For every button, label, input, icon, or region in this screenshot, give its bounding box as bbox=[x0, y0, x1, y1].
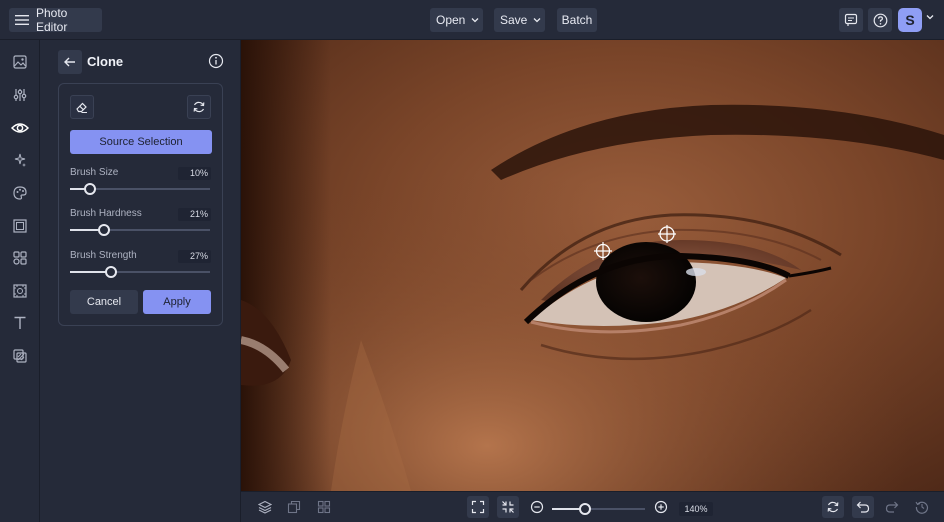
brush-hardness-slider[interactable] bbox=[70, 224, 210, 236]
redo-button[interactable] bbox=[881, 496, 903, 518]
save-button[interactable]: Save bbox=[494, 8, 545, 32]
app-menu-button[interactable]: Photo Editor bbox=[9, 6, 102, 34]
batch-button[interactable]: Batch bbox=[557, 8, 597, 32]
chevron-down-icon bbox=[533, 18, 541, 23]
info-icon[interactable] bbox=[208, 53, 224, 69]
left-tool-rail bbox=[0, 40, 40, 522]
arrow-left-icon bbox=[64, 57, 75, 67]
brush-size-value[interactable]: 10% bbox=[178, 167, 211, 180]
grid-button[interactable] bbox=[313, 496, 335, 518]
overlay-icon bbox=[13, 349, 27, 363]
portrait-photo[interactable] bbox=[241, 40, 944, 491]
brush-hardness-label: Brush Hardness bbox=[70, 208, 142, 219]
history-button[interactable] bbox=[911, 496, 933, 518]
palette-icon bbox=[13, 186, 27, 200]
app-menu-label: Photo Editor bbox=[35, 6, 68, 34]
text-icon bbox=[14, 316, 26, 329]
clone-settings-card: Source Selection Brush Size 10% Brush Ha… bbox=[58, 83, 223, 326]
chevron-down-icon bbox=[471, 18, 479, 23]
zoom-knob[interactable] bbox=[579, 503, 592, 515]
grid-icon bbox=[317, 500, 331, 514]
rail-item-adjust[interactable] bbox=[10, 85, 30, 105]
brush-hardness-value[interactable]: 21% bbox=[178, 208, 211, 221]
compare-icon bbox=[287, 500, 301, 514]
back-button[interactable] bbox=[58, 50, 82, 74]
comments-button[interactable] bbox=[839, 8, 863, 32]
undo-button[interactable] bbox=[852, 496, 874, 518]
open-button[interactable]: Open bbox=[430, 8, 483, 32]
brush-size-label: Brush Size bbox=[70, 167, 119, 178]
zoom-in-icon bbox=[654, 500, 668, 514]
shrink-icon bbox=[502, 501, 514, 513]
panel-title: Clone bbox=[87, 54, 124, 69]
refresh-icon bbox=[193, 101, 205, 113]
reset-image-button[interactable] bbox=[822, 496, 844, 518]
rail-item-touch-up[interactable] bbox=[10, 118, 30, 138]
refresh-icon bbox=[827, 501, 839, 513]
batch-label: Batch bbox=[561, 13, 593, 27]
eraser-icon bbox=[76, 102, 87, 113]
brush-size-knob[interactable] bbox=[83, 183, 96, 195]
reset-button[interactable] bbox=[187, 95, 211, 119]
brush-strength-slider[interactable] bbox=[70, 266, 210, 278]
comment-icon bbox=[844, 13, 858, 26]
hamburger-menu-icon bbox=[15, 15, 29, 25]
cancel-button[interactable]: Cancel bbox=[70, 290, 138, 314]
open-label: Open bbox=[436, 13, 466, 27]
layers-icon bbox=[258, 500, 272, 514]
history-icon bbox=[915, 501, 929, 514]
eye-icon bbox=[11, 123, 29, 133]
fit-to-screen-button[interactable] bbox=[467, 496, 489, 518]
shapes-icon bbox=[13, 251, 27, 265]
rail-item-text[interactable] bbox=[10, 313, 30, 333]
rail-item-graphics[interactable] bbox=[10, 248, 30, 268]
brush-strength-knob[interactable] bbox=[104, 266, 117, 278]
rail-item-artsy[interactable] bbox=[10, 183, 30, 203]
zoom-out-button[interactable] bbox=[526, 496, 548, 518]
undo-icon bbox=[856, 501, 870, 513]
brush-size-slider[interactable] bbox=[70, 183, 210, 195]
user-avatar[interactable]: S bbox=[898, 8, 922, 32]
help-button[interactable] bbox=[868, 8, 892, 32]
image-icon bbox=[13, 55, 27, 69]
brush-strength-value[interactable]: 27% bbox=[178, 250, 211, 263]
frame-icon bbox=[13, 219, 27, 233]
zoom-in-button[interactable] bbox=[650, 496, 672, 518]
brush-hardness-knob[interactable] bbox=[97, 224, 110, 236]
texture-icon bbox=[13, 284, 27, 298]
save-label: Save bbox=[500, 13, 528, 27]
compare-button[interactable] bbox=[283, 496, 305, 518]
rail-item-effects[interactable] bbox=[10, 150, 30, 170]
zoom-out-icon bbox=[530, 500, 544, 514]
redo-icon bbox=[885, 501, 899, 513]
photo-canvas[interactable] bbox=[241, 40, 944, 491]
magic-sparkle-icon bbox=[14, 153, 26, 167]
eraser-button[interactable] bbox=[70, 95, 94, 119]
actual-size-button[interactable] bbox=[497, 496, 519, 518]
layers-button[interactable] bbox=[254, 496, 276, 518]
bottom-bar: 140% bbox=[241, 491, 944, 522]
rail-item-frames[interactable] bbox=[10, 216, 30, 236]
rail-item-overlays[interactable] bbox=[10, 346, 30, 366]
brush-strength-label: Brush Strength bbox=[70, 250, 137, 261]
rail-item-textures[interactable] bbox=[10, 281, 30, 301]
zoom-slider[interactable] bbox=[552, 503, 645, 515]
rail-item-image[interactable] bbox=[10, 52, 30, 72]
expand-icon bbox=[471, 500, 485, 514]
clone-panel: Clone Source Selection Brush Size 10% Br… bbox=[40, 40, 241, 522]
zoom-value[interactable]: 140% bbox=[679, 502, 713, 516]
chevron-down-icon[interactable] bbox=[926, 14, 934, 20]
source-selection-button[interactable]: Source Selection bbox=[70, 130, 212, 154]
apply-button[interactable]: Apply bbox=[143, 290, 211, 314]
help-icon bbox=[873, 13, 887, 27]
adjust-sliders-icon bbox=[13, 89, 27, 101]
top-bar: Photo Editor Open Save Batch S bbox=[0, 0, 944, 40]
